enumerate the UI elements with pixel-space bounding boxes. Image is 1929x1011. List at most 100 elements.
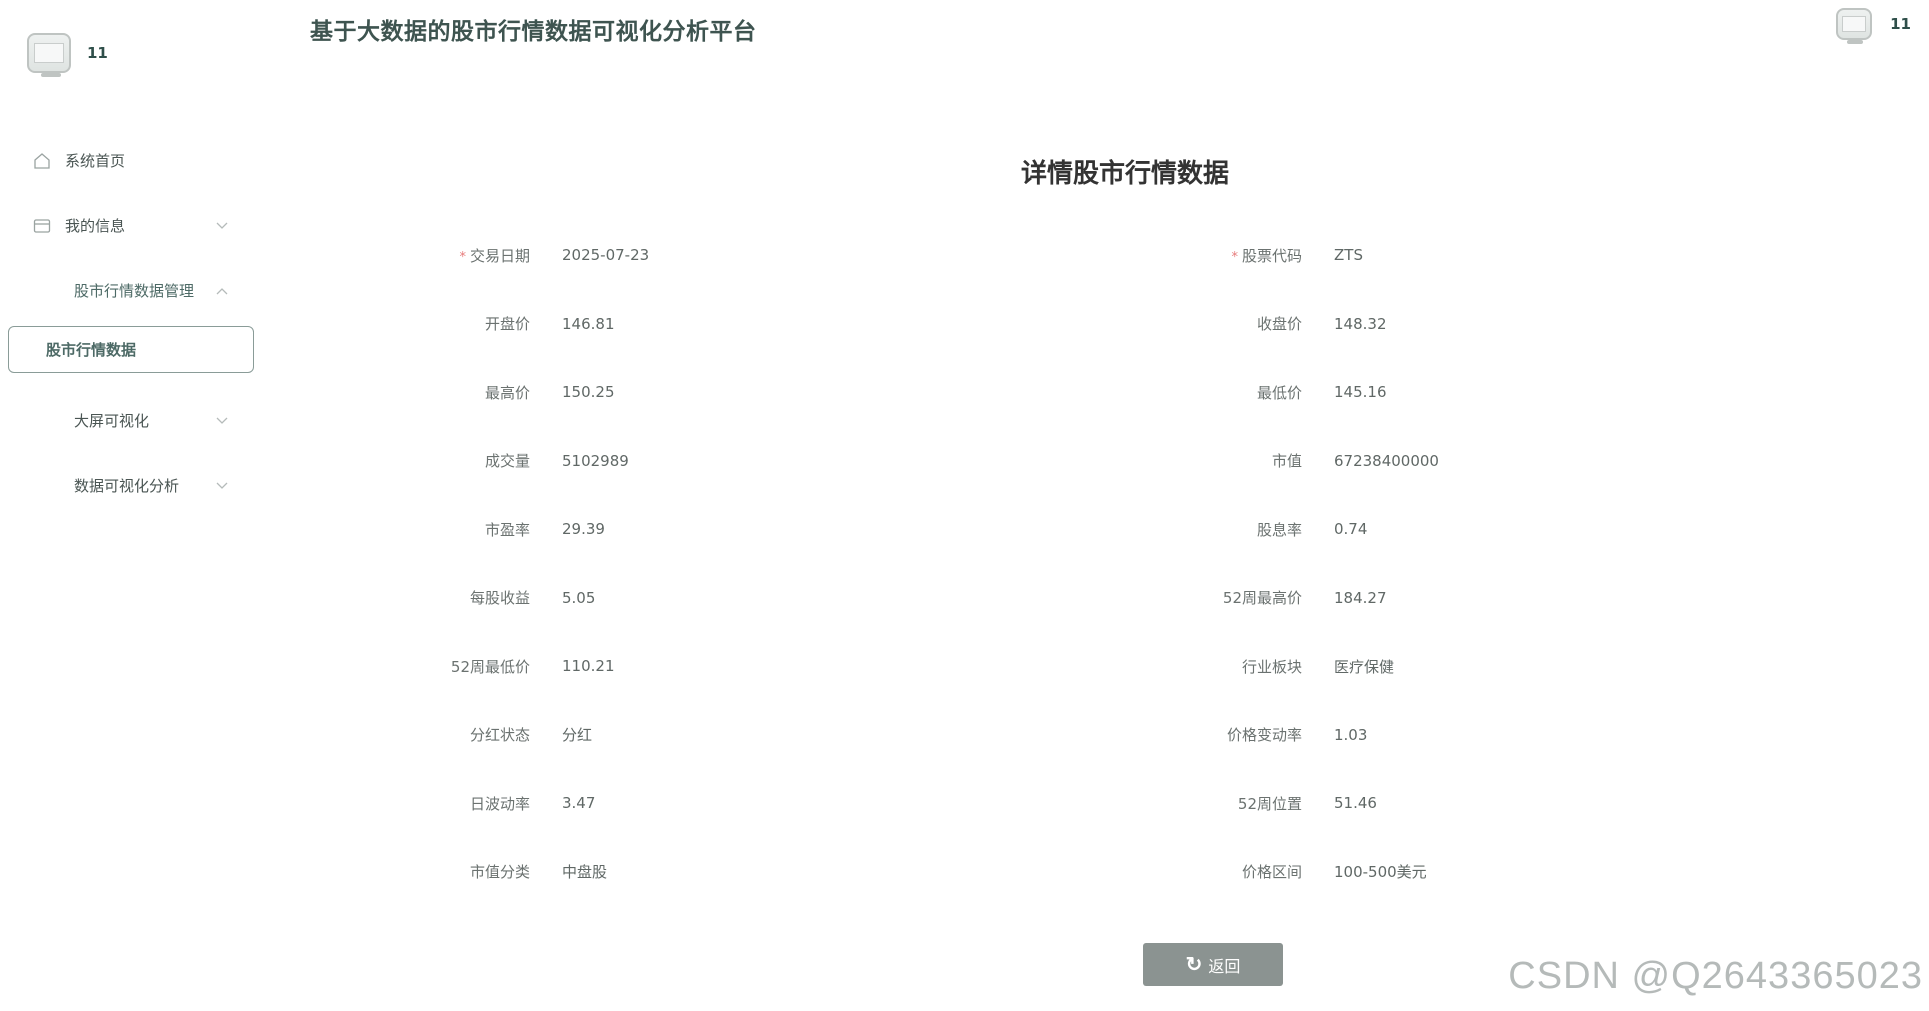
field-label-text: 52周最高价 xyxy=(1222,589,1302,607)
detail-field: 分红状态 分红 xyxy=(420,720,592,750)
field-value: 29.39 xyxy=(562,520,605,538)
detail-field: 日波动率 3.47 xyxy=(420,788,595,818)
detail-field: 市盈率 29.39 xyxy=(420,514,605,544)
detail-field: * 股票代码 ZTS xyxy=(1192,240,1363,270)
field-value: 148.32 xyxy=(1334,314,1387,333)
detail-field: 市值 67238400000 xyxy=(1192,446,1439,476)
field-label: 股息率 xyxy=(1192,519,1302,540)
field-label: 价格变动率 xyxy=(1192,724,1302,745)
grid-icon xyxy=(39,413,54,428)
field-value: 51.46 xyxy=(1334,794,1377,812)
detail-field: 行业板块 医疗保健 xyxy=(1192,651,1394,681)
field-label: 日波动率 xyxy=(420,793,530,814)
chevron-up-icon xyxy=(216,284,228,298)
field-value: 5.05 xyxy=(562,588,596,607)
sidebar-item-label: 我的信息 xyxy=(65,217,126,235)
detail-field: 52周位置 51.46 xyxy=(1192,788,1377,818)
avatar xyxy=(27,33,71,77)
sidebar-item-my-info[interactable]: 我的信息 xyxy=(0,193,262,258)
field-value: 146.81 xyxy=(562,314,615,333)
field-label-text: 市值分类 xyxy=(469,863,530,881)
sidebar-item-big-screen[interactable]: 大屏可视化 xyxy=(0,388,262,453)
field-label: 每股收益 xyxy=(420,587,530,608)
field-value: 2025-07-23 xyxy=(562,246,650,264)
field-value: 184.27 xyxy=(1334,588,1387,607)
field-label: 市值 xyxy=(1192,450,1302,471)
sidebar-subitem-label: 股市行情数据 xyxy=(46,341,137,359)
detail-field: 52周最高价 184.27 xyxy=(1192,583,1387,613)
field-value: ZTS xyxy=(1334,246,1363,264)
back-button-label: 返回 xyxy=(1208,958,1241,976)
required-mark: * xyxy=(459,249,466,265)
header-user-menu[interactable]: 11 xyxy=(1836,8,1911,44)
detail-field: 开盘价 146.81 xyxy=(420,309,615,339)
field-label-text: 52周位置 xyxy=(1237,794,1302,813)
field-value: 0.74 xyxy=(1334,520,1368,538)
field-label-text: 股票代码 xyxy=(1241,246,1302,265)
back-button[interactable]: ↻ 返回 xyxy=(1143,943,1283,986)
card-icon xyxy=(33,217,51,235)
detail-field: 每股收益 5.05 xyxy=(420,583,595,613)
refresh-icon: ↻ xyxy=(1185,954,1203,976)
chevron-down-icon xyxy=(216,219,228,233)
header-user-name: 11 xyxy=(1890,15,1911,33)
page-title: 详情股市行情数据 xyxy=(1020,159,1229,189)
field-label: 52周最低价 xyxy=(420,656,530,677)
field-label: * 交易日期 xyxy=(420,245,530,266)
detail-field: * 交易日期 2025-07-23 xyxy=(420,240,649,270)
field-label: 成交量 xyxy=(420,450,530,471)
field-label: 行业板块 xyxy=(1192,656,1302,677)
field-value: 110.21 xyxy=(562,657,615,675)
avatar xyxy=(1836,8,1873,44)
chevron-down-icon xyxy=(216,414,228,428)
field-label: 市值分类 xyxy=(420,861,530,882)
field-value: 1.03 xyxy=(1334,725,1368,744)
field-label-text: 股息率 xyxy=(1256,520,1302,539)
detail-field: 52周最低价 110.21 xyxy=(420,651,615,681)
field-label-text: 价格区间 xyxy=(1241,863,1302,881)
detail-field: 市值分类 中盘股 xyxy=(420,857,607,887)
field-label: 52周位置 xyxy=(1192,793,1302,814)
detail-field: 价格区间 100-500美元 xyxy=(1192,857,1427,887)
sidebar-user[interactable]: 11 xyxy=(27,33,108,77)
sidebar: 11 系统首页 我的信息 股市行情数据管理 股市行情数据 大屏可视化 数据可视化… xyxy=(0,0,262,1011)
field-label-text: 行业板块 xyxy=(1241,657,1302,676)
detail-field: 价格变动率 1.03 xyxy=(1192,720,1367,750)
field-label-text: 开盘价 xyxy=(484,315,530,333)
sidebar-user-name: 11 xyxy=(87,44,108,62)
field-value: 67238400000 xyxy=(1334,451,1439,470)
field-label-text: 市值 xyxy=(1271,452,1302,470)
field-value: 100-500美元 xyxy=(1334,863,1427,881)
field-label-text: 最低价 xyxy=(1256,383,1302,402)
field-label-text: 日波动率 xyxy=(469,794,530,813)
field-label-text: 市盈率 xyxy=(484,520,530,539)
field-value: 医疗保健 xyxy=(1334,657,1395,676)
field-label-text: 52周最低价 xyxy=(450,657,530,676)
sidebar-item-label: 数据可视化分析 xyxy=(74,477,180,495)
app-title: 基于大数据的股市行情数据可视化分析平台 xyxy=(310,19,757,45)
field-label: 最低价 xyxy=(1192,382,1302,403)
field-label-text: 最高价 xyxy=(484,383,530,402)
field-label: 开盘价 xyxy=(420,313,530,334)
field-label: 分红状态 xyxy=(420,724,530,745)
field-label-text: 价格变动率 xyxy=(1226,726,1302,744)
field-label-text: 分红状态 xyxy=(469,726,530,744)
sidebar-item-data-analysis[interactable]: 数据可视化分析 xyxy=(0,453,262,518)
field-label-text: 收盘价 xyxy=(1256,315,1302,333)
watermark: CSDN @Q2643365023 xyxy=(1508,955,1923,997)
grid-icon xyxy=(39,283,54,298)
field-value: 中盘股 xyxy=(562,863,608,881)
detail-field: 股息率 0.74 xyxy=(1192,514,1367,544)
field-value: 145.16 xyxy=(1334,383,1387,401)
detail-field: 收盘价 148.32 xyxy=(1192,309,1387,339)
sidebar-item-stock-management[interactable]: 股市行情数据管理 xyxy=(0,258,262,323)
field-value: 分红 xyxy=(562,726,593,744)
detail-field: 成交量 5102989 xyxy=(420,446,629,476)
sidebar-item-label: 大屏可视化 xyxy=(74,412,150,430)
field-label-text: 每股收益 xyxy=(469,589,530,607)
sidebar-subitem-stock-data[interactable]: 股市行情数据 xyxy=(8,326,254,373)
field-label: 价格区间 xyxy=(1192,861,1302,882)
field-label: 最高价 xyxy=(420,382,530,403)
field-label-text: 交易日期 xyxy=(469,246,530,265)
field-label: 52周最高价 xyxy=(1192,587,1302,608)
